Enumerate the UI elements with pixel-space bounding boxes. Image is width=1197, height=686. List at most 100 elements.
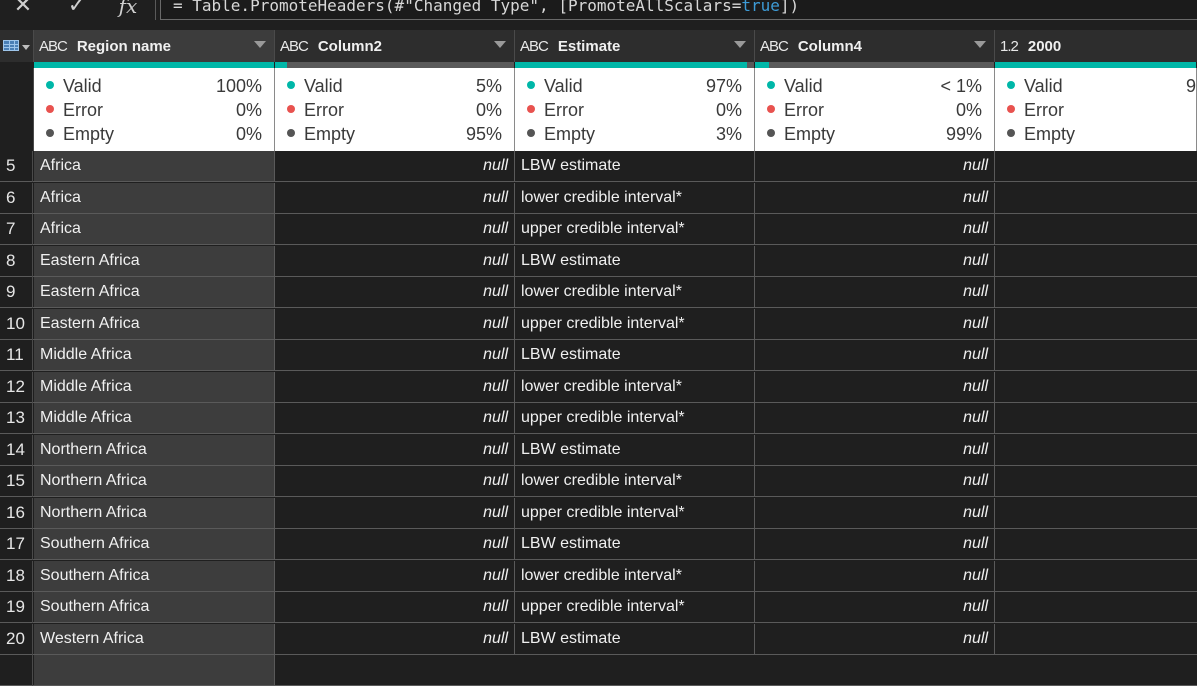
column-filter-dropdown-icon[interactable] xyxy=(254,41,266,48)
table-cell[interactable]: LBW estimate xyxy=(515,624,755,654)
table-cell[interactable] xyxy=(995,561,1197,591)
table-cell[interactable]: null xyxy=(275,498,515,528)
table-row[interactable]: 5 Africa null LBW estimate null xyxy=(0,151,1197,182)
table-cell[interactable]: lower credible interval* xyxy=(515,561,755,591)
table-cell[interactable] xyxy=(995,624,1197,654)
table-cell[interactable] xyxy=(995,214,1197,244)
table-cell[interactable]: lower credible interval* xyxy=(515,466,755,496)
column-header-0[interactable]: ABC Region name xyxy=(34,30,275,62)
table-cell[interactable]: null xyxy=(275,624,515,654)
table-cell[interactable]: lower credible interval* xyxy=(515,372,755,402)
table-cell[interactable]: null xyxy=(275,246,515,276)
formula-input[interactable]: = Table.PromoteHeaders(#"Changed Type", … xyxy=(160,0,1197,20)
table-cell[interactable]: null xyxy=(755,214,995,244)
table-cell[interactable] xyxy=(995,592,1197,622)
table-cell[interactable]: null xyxy=(755,561,995,591)
table-row[interactable]: 9 Eastern Africa null lower credible interv… xyxy=(0,277,1197,308)
table-cell[interactable]: null xyxy=(755,529,995,559)
table-cell[interactable]: null xyxy=(755,592,995,622)
table-cell[interactable]: null xyxy=(755,372,995,402)
column-header-2[interactable]: ABC Estimate xyxy=(515,30,755,62)
table-cell[interactable]: Southern Africa xyxy=(34,561,275,591)
fx-icon[interactable]: fx xyxy=(110,0,146,20)
table-cell[interactable]: Western Africa xyxy=(34,624,275,654)
table-menu-button[interactable] xyxy=(0,30,34,62)
text-type-icon[interactable]: ABC xyxy=(39,38,68,55)
table-cell[interactable]: LBW estimate xyxy=(515,435,755,465)
table-cell[interactable]: null xyxy=(275,309,515,339)
table-row[interactable]: 12 Middle Africa null lower credible interv… xyxy=(0,372,1197,403)
table-cell[interactable]: null xyxy=(275,466,515,496)
column-header-4[interactable]: 1.2 2000 xyxy=(995,30,1197,62)
table-cell[interactable]: null xyxy=(755,435,995,465)
table-row[interactable]: 19 Southern Africa null upper credible inte… xyxy=(0,592,1197,623)
table-cell[interactable]: Middle Africa xyxy=(34,403,275,433)
table-cell[interactable]: Northern Africa xyxy=(34,466,275,496)
table-cell[interactable]: Northern Africa xyxy=(34,498,275,528)
table-cell[interactable]: null xyxy=(755,498,995,528)
table-cell[interactable]: Northern Africa xyxy=(34,435,275,465)
table-cell[interactable]: null xyxy=(755,183,995,213)
table-row[interactable]: 7 Africa null upper credible interval* null xyxy=(0,214,1197,245)
table-cell[interactable] xyxy=(995,403,1197,433)
table-cell[interactable]: null xyxy=(755,277,995,307)
table-row[interactable]: 17 Southern Africa null LBW estimate null xyxy=(0,529,1197,560)
table-row[interactable]: 15 Northern Africa null lower credible inte… xyxy=(0,466,1197,497)
table-row[interactable]: 10 Eastern Africa null upper credible inter… xyxy=(0,309,1197,340)
table-row[interactable]: 13 Middle Africa null upper credible interv… xyxy=(0,403,1197,434)
column-quality-stats[interactable]: Valid 97% Error 0% Empty 3% xyxy=(515,68,755,151)
table-cell[interactable] xyxy=(995,372,1197,402)
text-type-icon[interactable]: ABC xyxy=(760,38,789,55)
confirm-icon[interactable]: ✓ xyxy=(62,0,92,20)
table-cell[interactable]: null xyxy=(755,246,995,276)
table-cell[interactable]: upper credible interval* xyxy=(515,403,755,433)
table-row[interactable]: 8 Eastern Africa null LBW estimate null xyxy=(0,246,1197,277)
table-cell[interactable] xyxy=(995,183,1197,213)
column-filter-dropdown-icon[interactable] xyxy=(494,41,506,48)
table-row[interactable]: 6 Africa null lower credible interval* null xyxy=(0,183,1197,214)
table-cell[interactable]: Middle Africa xyxy=(34,340,275,370)
column-header-1[interactable]: ABC Column2 xyxy=(275,30,515,62)
decimal-type-icon[interactable]: 1.2 xyxy=(1000,38,1019,55)
table-cell[interactable]: Middle Africa xyxy=(34,372,275,402)
table-cell[interactable]: upper credible interval* xyxy=(515,592,755,622)
table-cell[interactable]: Southern Africa xyxy=(34,592,275,622)
table-cell[interactable]: null xyxy=(275,529,515,559)
table-cell[interactable] xyxy=(995,435,1197,465)
table-cell[interactable] xyxy=(995,466,1197,496)
table-cell[interactable]: null xyxy=(275,403,515,433)
table-cell[interactable]: Africa xyxy=(34,214,275,244)
table-cell[interactable]: lower credible interval* xyxy=(515,183,755,213)
table-cell[interactable] xyxy=(995,529,1197,559)
column-filter-dropdown-icon[interactable] xyxy=(974,41,986,48)
table-cell[interactable]: Southern Africa xyxy=(34,529,275,559)
table-cell[interactable]: Africa xyxy=(34,151,275,181)
table-cell[interactable]: LBW estimate xyxy=(515,246,755,276)
table-cell[interactable]: Eastern Africa xyxy=(34,246,275,276)
table-cell[interactable]: null xyxy=(275,372,515,402)
table-cell[interactable] xyxy=(995,151,1197,181)
table-row[interactable]: 14 Northern Africa null LBW estimate null xyxy=(0,435,1197,466)
table-cell[interactable]: upper credible interval* xyxy=(515,214,755,244)
table-cell[interactable]: null xyxy=(755,624,995,654)
text-type-icon[interactable]: ABC xyxy=(280,38,309,55)
column-quality-stats[interactable]: Valid < 1% Error 0% Empty 99% xyxy=(755,68,995,151)
table-cell[interactable]: upper credible interval* xyxy=(515,498,755,528)
column-quality-stats[interactable]: Valid 5% Error 0% Empty 95% xyxy=(275,68,515,151)
table-cell[interactable]: LBW estimate xyxy=(515,340,755,370)
table-cell[interactable]: lower credible interval* xyxy=(515,277,755,307)
table-cell[interactable]: null xyxy=(275,214,515,244)
table-row[interactable]: 16 Northern Africa null upper credible inte… xyxy=(0,498,1197,529)
table-cell[interactable]: upper credible interval* xyxy=(515,309,755,339)
table-cell[interactable]: Africa xyxy=(34,183,275,213)
table-row[interactable]: 18 Southern Africa null lower credible inte… xyxy=(0,561,1197,592)
column-quality-stats[interactable]: Valid 9 Error Empty xyxy=(995,68,1197,151)
column-filter-dropdown-icon[interactable] xyxy=(734,41,746,48)
table-cell[interactable]: null xyxy=(275,277,515,307)
table-cell[interactable]: null xyxy=(275,151,515,181)
cancel-icon[interactable]: ✕ xyxy=(8,0,38,20)
table-cell[interactable]: null xyxy=(275,183,515,213)
table-cell[interactable] xyxy=(995,277,1197,307)
table-cell[interactable]: Eastern Africa xyxy=(34,277,275,307)
table-cell[interactable]: LBW estimate xyxy=(515,151,755,181)
